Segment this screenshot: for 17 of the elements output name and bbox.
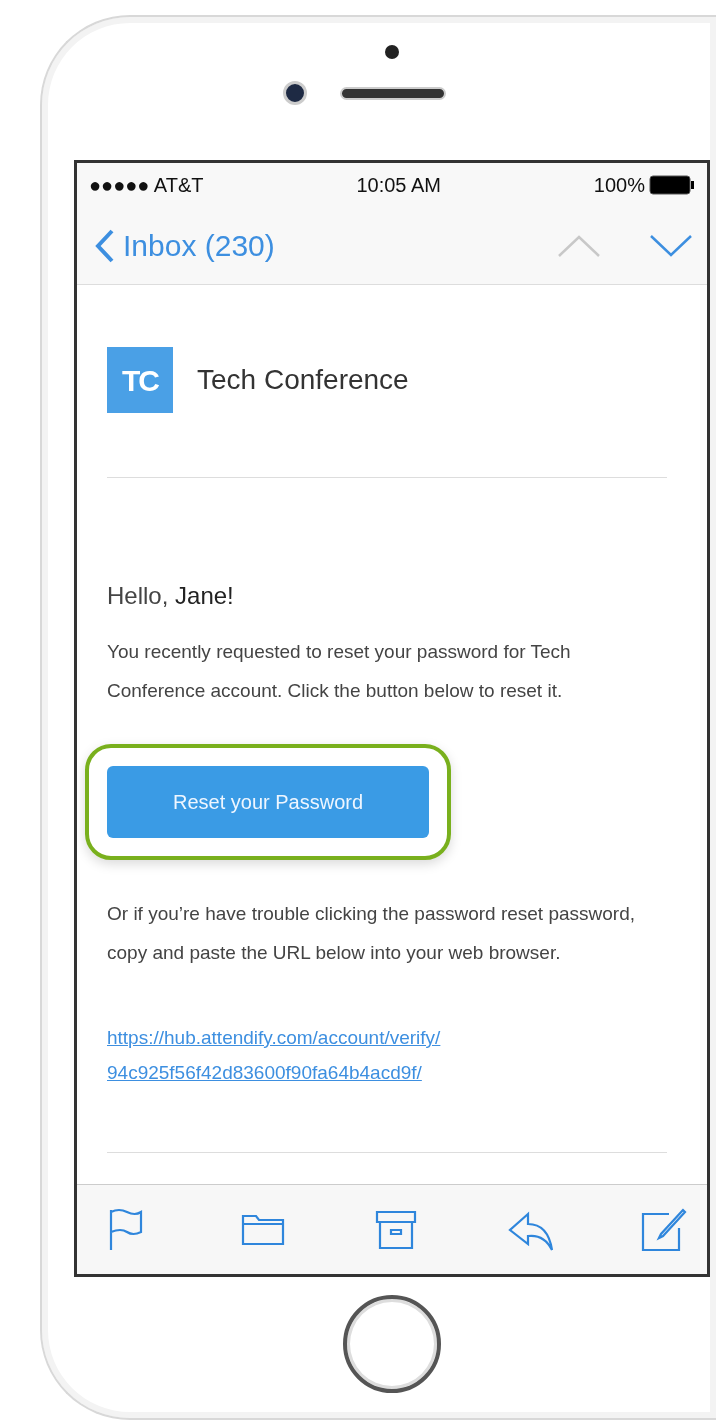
greeting-text: Hello, Jane! (107, 581, 235, 611)
camera-lens (283, 81, 307, 105)
next-message-icon[interactable] (649, 233, 693, 258)
fallback-text: Or if you’re have trouble clicking the password reset password, copy and paste the URL below into your web browser. (107, 902, 637, 965)
battery-percent: 100% (593, 173, 645, 198)
reset-url-link[interactable]: https://hub.attendify.com/account/verify/ (107, 1020, 441, 1055)
reset-password-button[interactable]: Reset your Password (107, 766, 429, 838)
back-link[interactable]: Inbox (230) (95, 223, 275, 268)
battery-icon (649, 175, 695, 195)
sender-name: Tech Conference (197, 363, 409, 397)
carrier-signal: ●●●●● AT&T (89, 173, 204, 198)
message-text: You recently requested to reset your password for Tech Conference account. Click the button below to reset it. (107, 640, 572, 703)
sender-logo: TC (107, 347, 173, 413)
back-chevron-icon[interactable] (95, 228, 115, 263)
sensor-dot (385, 45, 399, 59)
reset-url-link[interactable]: 94c925f56f42d83600f90fa64b4acd9f/ (107, 1055, 422, 1090)
clock-time: 10:05 AM (356, 173, 441, 198)
